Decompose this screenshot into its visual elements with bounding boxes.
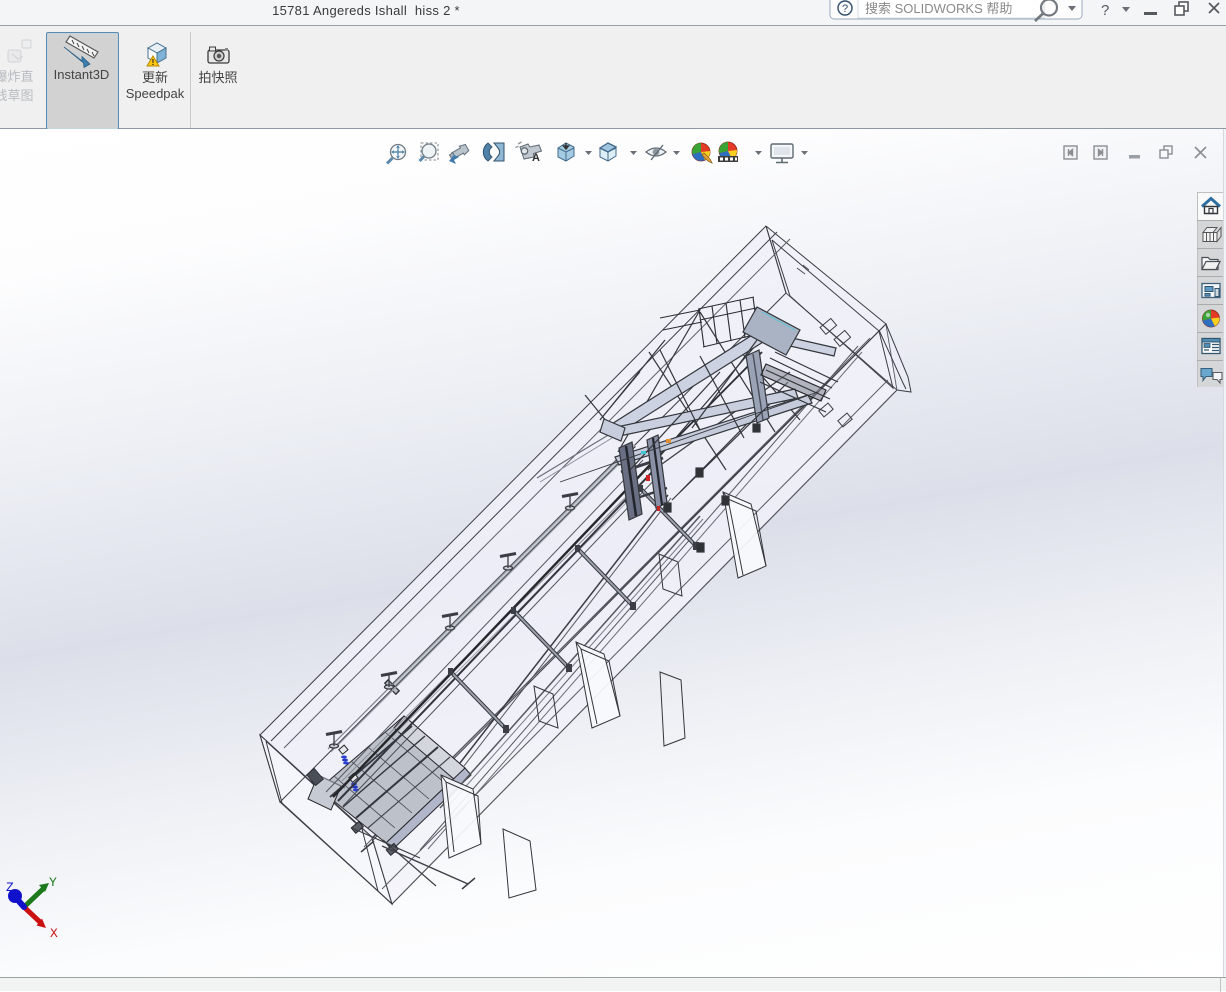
svg-text:A: A: [532, 152, 540, 164]
svg-text:?: ?: [842, 3, 848, 15]
svg-text:?: ?: [1101, 2, 1109, 19]
svg-text:X: X: [50, 926, 58, 941]
svg-text:!: !: [152, 58, 155, 67]
svg-text:搜索 SOLIDWORKS 帮助: 搜索 SOLIDWORKS 帮助: [865, 1, 1012, 16]
svg-text:Z: Z: [6, 880, 14, 895]
svg-text:Y: Y: [49, 875, 57, 890]
